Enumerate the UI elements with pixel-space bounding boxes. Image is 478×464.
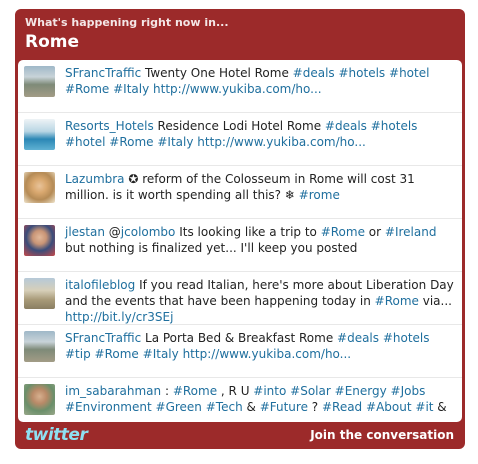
- tweet-text: im_sabarahman : #Rome , R U #into #Solar…: [65, 383, 456, 415]
- tweet-link[interactable]: #Ireland: [385, 225, 437, 239]
- tweet-link[interactable]: #hotels: [383, 331, 430, 345]
- tweet-link[interactable]: #Italy: [157, 135, 193, 149]
- user-avatar[interactable]: [24, 278, 55, 309]
- tweet-username[interactable]: italofileblog: [65, 278, 135, 292]
- user-avatar[interactable]: [24, 119, 55, 150]
- tweet-link[interactable]: #Future: [260, 400, 308, 414]
- tweet-link[interactable]: http://www.yukiba.com/ho...: [197, 135, 366, 149]
- tweet-link[interactable]: #Read: [322, 400, 362, 414]
- tweet-link[interactable]: #Rome: [65, 82, 109, 96]
- tweet-username[interactable]: jlestan: [65, 225, 105, 239]
- twitter-widget: What's happening right now in... Rome SF…: [15, 9, 465, 449]
- twitter-logo[interactable]: twitter: [25, 425, 88, 445]
- tweet-link[interactable]: #hotel: [65, 135, 105, 149]
- tweet-body: La Porta Bed & Breakfast Rome: [141, 331, 338, 345]
- tweet-username[interactable]: Lazumbra: [65, 172, 125, 186]
- tweet-link[interactable]: #into: [253, 384, 286, 398]
- tweet-link[interactable]: #Italy: [113, 82, 149, 96]
- tweet-feed[interactable]: SFrancTraffic Twenty One Hotel Rome #dea…: [18, 60, 462, 422]
- tweet-item: im_sabarahman : #Rome , R U #into #Solar…: [18, 378, 462, 422]
- tweet-text: italofileblog If you read Italian, here'…: [65, 277, 456, 325]
- user-avatar[interactable]: [24, 331, 55, 362]
- tweet-text: SFrancTraffic Twenty One Hotel Rome #dea…: [65, 65, 456, 97]
- tweet-link[interactable]: #hotels: [339, 66, 386, 80]
- user-avatar[interactable]: [24, 225, 55, 256]
- tweet-item: SFrancTraffic Twenty One Hotel Rome #dea…: [18, 60, 462, 113]
- tweet-link[interactable]: #Rome: [321, 225, 365, 239]
- tweet-username[interactable]: im_sabarahman: [65, 384, 161, 398]
- tweet-username[interactable]: SFrancTraffic: [65, 331, 141, 345]
- tweet-body: via...: [418, 294, 452, 308]
- tweet-username[interactable]: SFrancTraffic: [65, 66, 141, 80]
- user-avatar[interactable]: [24, 66, 55, 97]
- tweet-link[interactable]: #hotel: [389, 66, 429, 80]
- widget-title: Rome: [25, 32, 80, 52]
- tweet-text: Resorts_Hotels Residence Lodi Hotel Rome…: [65, 118, 456, 150]
- tweet-link[interactable]: #Rome: [173, 384, 217, 398]
- tweet-link[interactable]: #hotels: [371, 119, 418, 133]
- tweet-item: Lazumbra ✪ reform of the Colosseum in Ro…: [18, 166, 462, 219]
- tweet-item: SFrancTraffic La Porta Bed & Breakfast R…: [18, 325, 462, 378]
- tweet-body: but nothing is finalized yet... I'll kee…: [65, 241, 358, 255]
- tweet-text: SFrancTraffic La Porta Bed & Breakfast R…: [65, 330, 456, 362]
- tweet-body: &: [433, 400, 447, 414]
- tweet-link[interactable]: #Jobs: [391, 384, 426, 398]
- tweet-link[interactable]: #Italy: [143, 347, 179, 361]
- tweet-link[interactable]: #it: [415, 400, 433, 414]
- tweet-body: , R U: [217, 384, 254, 398]
- tweet-body: Residence Lodi Hotel Rome: [153, 119, 325, 133]
- tweet-link[interactable]: jcolombo: [121, 225, 176, 239]
- tweet-link[interactable]: #Rome: [109, 135, 153, 149]
- tweet-link[interactable]: #Green: [156, 400, 202, 414]
- tweet-item: italofileblog If you read Italian, here'…: [18, 272, 462, 325]
- tweet-text: jlestan @jcolombo Its looking like a tri…: [65, 224, 456, 256]
- widget-footer: twitter Join the conversation: [15, 422, 465, 449]
- tweet-username[interactable]: Resorts_Hotels: [65, 119, 154, 133]
- tweet-link[interactable]: #Rome: [95, 347, 139, 361]
- tweet-link[interactable]: #Rome: [375, 294, 419, 308]
- tweet-link[interactable]: #Energy: [335, 384, 387, 398]
- join-conversation-link[interactable]: Join the conversation: [310, 428, 454, 442]
- tweet-body: ?: [307, 400, 322, 414]
- tweet-text: Lazumbra ✪ reform of the Colosseum in Ro…: [65, 171, 456, 203]
- tweet-body: Its looking like a trip to: [175, 225, 321, 239]
- user-avatar[interactable]: [24, 384, 55, 415]
- tweet-link[interactable]: #Environment: [65, 400, 152, 414]
- tweet-link[interactable]: #rome: [299, 188, 340, 202]
- tweet-body: Twenty One Hotel Rome: [141, 66, 293, 80]
- tweet-link[interactable]: http://bit.ly/cr3SEj: [65, 310, 173, 324]
- tweet-body: :: [161, 384, 173, 398]
- tweet-link[interactable]: #deals: [325, 119, 367, 133]
- tweet-link[interactable]: #deals: [337, 331, 379, 345]
- widget-header: What's happening right now in... Rome: [25, 15, 229, 53]
- tweet-body: &: [242, 400, 260, 414]
- tweet-link[interactable]: http://www.yukiba.com/ho...: [153, 82, 322, 96]
- widget-subtitle: What's happening right now in...: [25, 16, 229, 29]
- user-avatar[interactable]: [24, 172, 55, 203]
- tweet-link[interactable]: http://www.yukiba.com/ho...: [183, 347, 352, 361]
- tweet-body: @: [104, 225, 121, 239]
- tweet-item: jlestan @jcolombo Its looking like a tri…: [18, 219, 462, 272]
- tweet-body: or: [364, 225, 385, 239]
- tweet-item: Resorts_Hotels Residence Lodi Hotel Rome…: [18, 113, 462, 166]
- tweet-link[interactable]: #Tech: [206, 400, 243, 414]
- tweet-link[interactable]: #tip: [65, 347, 91, 361]
- tweet-link[interactable]: #About: [366, 400, 412, 414]
- tweet-link[interactable]: #Solar: [290, 384, 331, 398]
- tweet-link[interactable]: #deals: [293, 66, 335, 80]
